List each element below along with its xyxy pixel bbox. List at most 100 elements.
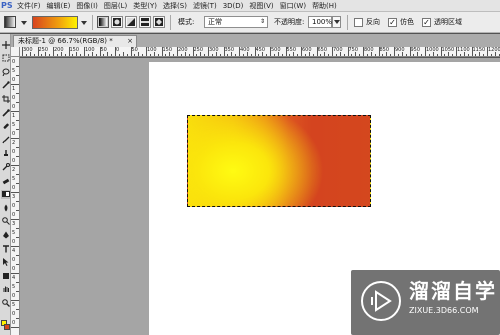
ruler-tick (16, 318, 19, 319)
ruler-origin[interactable] (11, 47, 20, 57)
history-brush-icon[interactable] (1, 162, 10, 171)
ruler-minor-tick (165, 54, 167, 56)
menu-select[interactable]: 选择(S) (160, 0, 190, 12)
crop-icon[interactable] (1, 94, 10, 103)
watermark-url: ZIXUE.3D66.COM (409, 306, 479, 315)
ruler-label: 250 (193, 47, 204, 53)
ruler-label: 0 (12, 185, 16, 191)
options-bar: 模式: 正常 ⇕ 不透明度: 100% 反向 ✓ 仿色 ✓ 透明区域 (0, 12, 500, 33)
menu-file[interactable]: 文件(F) (14, 0, 44, 12)
linear-gradient-icon[interactable] (97, 16, 109, 28)
ruler-label: 100 (147, 47, 157, 53)
document-tab[interactable]: 未标题-1 @ 66.7%(RGB/8) * × (13, 35, 137, 47)
ruler-label: 5 (12, 122, 16, 128)
ruler-label: 5 (12, 176, 16, 182)
ruler-minor-tick (219, 54, 221, 56)
mode-value: 正常 (208, 18, 222, 26)
ruler-minor-tick (328, 54, 330, 56)
gradient-tool-preset-icon[interactable] (3, 15, 17, 29)
ruler-label: 2 (12, 140, 16, 146)
horizontal-ruler[interactable]: 300 250 200 150 100 50 0 50 100 150 200 250 300 350 40… (20, 47, 500, 57)
ruler-minor-tick (107, 52, 109, 56)
ruler-tick (16, 120, 19, 121)
ruler-minor-tick (335, 54, 337, 56)
menu-type[interactable]: 类型(Y) (130, 0, 160, 12)
ruler-tick (16, 183, 19, 184)
ruler-tick (16, 309, 19, 310)
preset-dropdown-icon[interactable] (20, 20, 28, 26)
gradient-icon[interactable] (1, 189, 10, 199)
marquee-icon[interactable] (1, 54, 10, 63)
dither-check-icon: ✓ (389, 18, 396, 27)
menu-window[interactable]: 窗口(W) (277, 0, 309, 12)
opacity-input[interactable]: 100% (308, 16, 332, 28)
menu-image[interactable]: 图像(I) (73, 0, 101, 12)
ruler-label: 0 (12, 239, 16, 245)
menu-3d[interactable]: 3D(D) (220, 0, 247, 12)
dither-checkbox[interactable]: ✓ (388, 18, 397, 27)
ruler-minor-tick (448, 52, 450, 56)
ruler-label: 3 (12, 221, 16, 227)
menu-edit[interactable]: 编辑(E) (44, 0, 74, 12)
vertical-ruler[interactable]: 0 5 0 1 0 0 1 5 0 2 0 0 2 5 0 3 0 0 3 5 0 4 0 0 4 5 0 5 0 0 (11, 57, 20, 335)
ruler-minor-tick (64, 54, 66, 56)
type-icon[interactable] (1, 244, 10, 253)
ruler-minor-tick (343, 54, 345, 56)
ruler-label: 400 (240, 47, 250, 53)
menu-view[interactable]: 视图(V) (246, 0, 276, 12)
ruler-minor-tick (277, 52, 279, 56)
ruler-label: 5 (12, 302, 16, 308)
ruler-tick (16, 201, 19, 202)
quick-select-icon[interactable] (1, 81, 10, 90)
transparency-checkbox[interactable]: ✓ (422, 18, 431, 27)
dodge-icon[interactable] (1, 217, 10, 226)
healing-brush-icon[interactable] (1, 122, 10, 131)
reverse-checkbox[interactable] (354, 18, 363, 27)
ruler-label: 0 (12, 149, 16, 155)
ruler-tick (301, 47, 302, 56)
gradient-picker-dropdown-icon[interactable] (80, 20, 88, 26)
ruler-minor-tick (459, 54, 461, 56)
watermark: 溜溜自学 ZIXUE.3D66.COM (351, 270, 500, 335)
brush-icon[interactable] (1, 135, 10, 144)
radial-gradient-icon[interactable] (111, 16, 123, 28)
ruler-minor-tick (428, 54, 430, 56)
gradient-selection[interactable] (187, 115, 371, 207)
eyedropper-icon[interactable] (1, 108, 10, 117)
ruler-minor-tick (72, 54, 74, 56)
ruler-tick (285, 47, 287, 56)
background-color-swatch[interactable] (4, 324, 10, 330)
ruler-tick (37, 47, 39, 56)
opacity-dropdown-icon[interactable] (332, 16, 341, 28)
zoom-icon[interactable] (1, 298, 10, 307)
ruler-tick (16, 102, 19, 103)
ruler-minor-tick (235, 54, 237, 56)
ruler-tick (440, 47, 442, 56)
clone-stamp-icon[interactable] (1, 149, 10, 158)
watermark-brand: 溜溜自学 (409, 279, 497, 303)
angle-gradient-icon[interactable] (125, 16, 137, 28)
ruler-minor-tick (91, 52, 93, 56)
path-select-icon[interactable] (1, 258, 10, 267)
ruler-minor-tick (215, 52, 217, 56)
ruler-tick (223, 47, 225, 56)
reflected-gradient-icon[interactable] (139, 16, 151, 28)
menu-layer[interactable]: 图层(L) (101, 0, 130, 12)
ruler-tick (115, 47, 116, 56)
ruler-minor-tick (397, 54, 399, 56)
pen-icon[interactable] (1, 230, 10, 239)
menu-filter[interactable]: 滤镜(T) (190, 0, 220, 12)
menu-help[interactable]: 帮助(H) (309, 0, 340, 12)
hand-icon[interactable] (1, 285, 10, 294)
shape-icon[interactable] (1, 271, 10, 280)
blur-icon[interactable] (1, 203, 10, 212)
gradient-preview[interactable] (32, 16, 78, 29)
eraser-icon[interactable] (1, 176, 10, 185)
lasso-icon[interactable] (1, 67, 10, 76)
ruler-minor-tick (413, 54, 415, 56)
move-icon[interactable] (1, 40, 10, 49)
diamond-gradient-icon[interactable] (153, 16, 165, 28)
close-icon[interactable]: × (127, 36, 133, 47)
ruler-label: 1 (12, 113, 16, 119)
mode-select[interactable]: 正常 ⇕ (204, 16, 268, 28)
